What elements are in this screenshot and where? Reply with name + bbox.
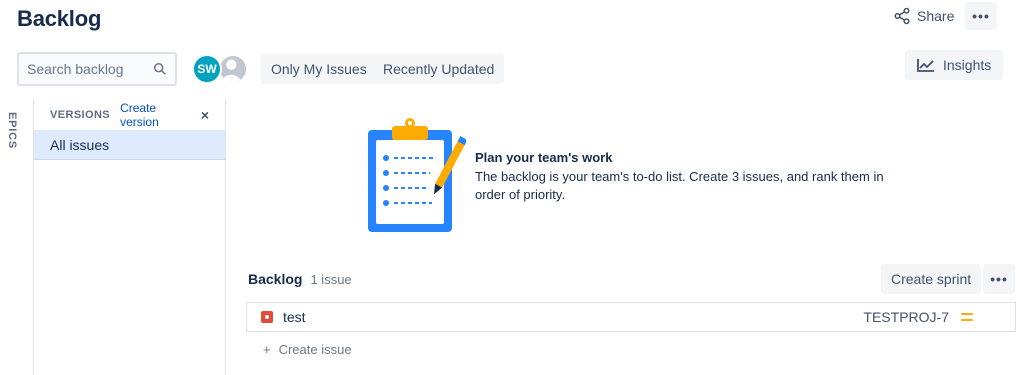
versions-title: VERSIONS [50,109,111,121]
issue-key[interactable]: TESTPROJ-7 [863,309,949,325]
more-actions-button[interactable]: ••• [965,2,997,30]
backlog-section-header: Backlog 1 issue [248,271,352,287]
priority-medium-icon [961,313,973,321]
create-sprint-button[interactable]: Create sprint [881,264,982,294]
page-title: Backlog [17,6,102,31]
search-box[interactable] [17,52,177,86]
close-icon[interactable]: × [201,107,209,123]
share-icon [894,7,910,25]
create-issue-button[interactable]: + Create issue [263,342,352,357]
issue-row[interactable]: test TESTPROJ-7 [246,302,1016,332]
filter-recently-updated[interactable]: Recently Updated [373,54,505,84]
epics-label[interactable]: EPICS [6,112,18,149]
empty-state-description: The backlog is your team's to-do list. C… [475,169,884,202]
versions-header: VERSIONS Create version × [34,100,225,130]
create-version-link[interactable]: Create version [120,101,191,129]
version-item-all-issues[interactable]: All issues [34,130,225,160]
filter-only-my-issues[interactable]: Only My Issues [261,54,377,84]
bug-icon [261,311,273,323]
share-label: Share [917,8,955,24]
insights-button[interactable]: Insights [905,50,1004,80]
share-button[interactable]: Share [885,2,962,30]
plus-icon: + [263,342,271,357]
avatar-sw[interactable]: SW [192,54,222,84]
empty-state-title: Plan your team's work [475,150,613,165]
backlog-more-button[interactable]: ••• [983,264,1015,294]
insights-icon [917,59,934,72]
user-icon [221,59,241,82]
backlog-issue-count: 1 issue [310,272,352,287]
search-input[interactable] [27,61,147,77]
search-icon [153,62,166,75]
backlog-title: Backlog [248,271,303,287]
avatar-unassigned[interactable] [218,54,248,84]
create-issue-label: Create issue [278,342,352,357]
issue-summary: test [283,309,306,325]
clipboard-illustration [368,118,466,232]
versions-panel: VERSIONS Create version × All issues [34,100,226,375]
insights-label: Insights [943,57,992,73]
